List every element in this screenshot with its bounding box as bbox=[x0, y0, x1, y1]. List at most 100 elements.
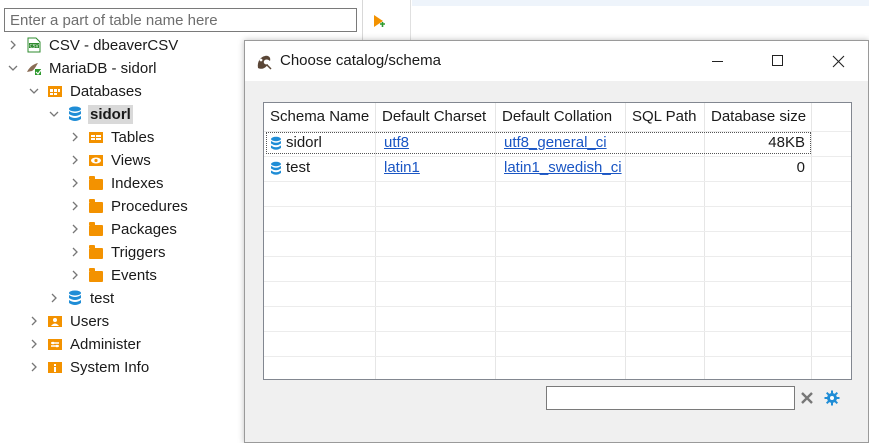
cell-default-charset-link[interactable]: latin1 bbox=[380, 156, 495, 181]
close-button[interactable] bbox=[815, 41, 861, 81]
tree-item-database-sidorl[interactable]: sidorl bbox=[49, 103, 133, 125]
tree-item-packages[interactable]: Packages bbox=[70, 218, 179, 240]
tree-item-label: test bbox=[90, 289, 115, 307]
tree-item-triggers[interactable]: Triggers bbox=[70, 241, 167, 263]
tree-item-databases[interactable]: Databases bbox=[29, 80, 144, 102]
tree-item-label: Triggers bbox=[111, 243, 166, 261]
cell-database-size: 0 bbox=[796, 159, 805, 176]
schema-table: Schema Name Default Charset Default Coll… bbox=[263, 102, 852, 380]
chevron-right-icon[interactable] bbox=[70, 195, 80, 217]
clear-icon bbox=[801, 392, 813, 404]
chevron-down-icon[interactable] bbox=[49, 103, 59, 125]
close-icon bbox=[832, 55, 844, 67]
tree-item-label: Views bbox=[111, 151, 151, 169]
tree-item-label: Procedures bbox=[111, 197, 188, 215]
tree-item-label: System Info bbox=[70, 358, 150, 376]
tree-item-label: Databases bbox=[70, 82, 142, 100]
tree-item-label: Tables bbox=[111, 128, 155, 146]
dialog-titlebar[interactable]: Choose catalog/schema bbox=[245, 41, 868, 81]
maximize-button[interactable] bbox=[755, 41, 801, 81]
tree-item-csv-connection[interactable]: CSV CSV - dbeaverCSV bbox=[8, 34, 180, 56]
tables-icon bbox=[88, 129, 104, 145]
row-divider bbox=[264, 206, 851, 207]
column-header-sql-path[interactable]: SQL Path bbox=[626, 103, 704, 131]
folder-icon bbox=[88, 221, 104, 237]
schema-filter-input[interactable] bbox=[546, 386, 795, 410]
chevron-right-icon[interactable] bbox=[29, 310, 39, 332]
cell-default-charset-link[interactable]: utf8 bbox=[380, 131, 495, 156]
folder-icon bbox=[88, 244, 104, 260]
choose-catalog-schema-dialog: Choose catalog/schema Schema Name Defaul… bbox=[244, 40, 869, 443]
minimize-button[interactable] bbox=[695, 41, 741, 81]
folder-icon bbox=[88, 175, 104, 191]
gear-icon bbox=[824, 390, 840, 406]
panel-divider bbox=[410, 0, 411, 40]
tree-item-label: Packages bbox=[111, 220, 177, 238]
svg-text:CSV: CSV bbox=[29, 43, 39, 49]
chevron-right-icon[interactable] bbox=[8, 34, 18, 56]
database-icon bbox=[270, 136, 282, 155]
cell-default-collation-link[interactable]: latin1_swedish_ci bbox=[500, 156, 625, 181]
tree-item-administer[interactable]: Administer bbox=[29, 333, 143, 355]
row-divider bbox=[264, 356, 851, 357]
tree-item-users[interactable]: Users bbox=[29, 310, 111, 332]
column-header-default-charset[interactable]: Default Charset bbox=[376, 103, 495, 131]
chevron-right-icon[interactable] bbox=[49, 287, 59, 309]
database-icon bbox=[67, 290, 83, 306]
tree-item-procedures[interactable]: Procedures bbox=[70, 195, 190, 217]
chevron-right-icon[interactable] bbox=[70, 264, 80, 286]
row-divider bbox=[264, 306, 851, 307]
chevron-right-icon[interactable] bbox=[70, 149, 80, 171]
column-header-database-size[interactable]: Database size bbox=[705, 103, 811, 131]
row-divider bbox=[264, 256, 851, 257]
tree-item-mariadb-connection[interactable]: MariaDB - sidorl bbox=[8, 57, 159, 79]
tree-item-indexes[interactable]: Indexes bbox=[70, 172, 166, 194]
cell-sql-path bbox=[626, 156, 704, 181]
table-row[interactable]: sidorl utf8 utf8_general_ci 48KB bbox=[264, 131, 851, 156]
table-row[interactable]: test latin1 latin1_swedish_ci 0 bbox=[264, 156, 851, 181]
tree-item-label: Administer bbox=[70, 335, 141, 353]
column-header-default-collation[interactable]: Default Collation bbox=[496, 103, 625, 131]
tree-item-views[interactable]: Views bbox=[70, 149, 153, 171]
chevron-right-icon[interactable] bbox=[70, 241, 80, 263]
chevron-down-icon[interactable] bbox=[29, 80, 39, 102]
table-name-filter-input[interactable] bbox=[4, 8, 357, 32]
chevron-right-icon[interactable] bbox=[70, 218, 80, 240]
filter-settings-button[interactable] bbox=[823, 389, 841, 407]
row-divider bbox=[264, 231, 851, 232]
tree-item-database-test[interactable]: test bbox=[49, 287, 116, 309]
chevron-right-icon[interactable] bbox=[70, 126, 80, 148]
database-icon bbox=[67, 106, 83, 122]
chevron-right-icon[interactable] bbox=[70, 172, 80, 194]
column-header-schema-name[interactable]: Schema Name bbox=[264, 103, 375, 131]
cell-schema-name: sidorl bbox=[286, 134, 322, 151]
maximize-icon bbox=[772, 55, 783, 66]
csv-file-icon: CSV bbox=[26, 37, 42, 53]
execute-script-icon[interactable] bbox=[372, 14, 386, 34]
tree-item-label: Users bbox=[70, 312, 110, 330]
database-icon bbox=[270, 161, 282, 180]
tree-item-tables[interactable]: Tables bbox=[70, 126, 156, 148]
chevron-down-icon[interactable] bbox=[8, 57, 18, 79]
cell-default-collation-link[interactable]: utf8_general_ci bbox=[500, 131, 625, 156]
row-divider bbox=[264, 281, 851, 282]
info-icon bbox=[47, 359, 63, 375]
clear-filter-button[interactable] bbox=[798, 389, 816, 407]
tree-item-label: MariaDB - sidorl bbox=[49, 59, 157, 77]
cell-schema-name: test bbox=[286, 159, 311, 176]
dialog-title: Choose catalog/schema bbox=[280, 52, 441, 69]
tree-item-label: Events bbox=[111, 266, 157, 284]
folder-icon bbox=[88, 267, 104, 283]
chevron-right-icon[interactable] bbox=[29, 333, 39, 355]
tree-item-label: Indexes bbox=[111, 174, 164, 192]
tree-item-label: CSV - dbeaverCSV bbox=[49, 36, 179, 54]
users-icon bbox=[47, 313, 63, 329]
minimize-icon bbox=[712, 61, 723, 62]
chevron-right-icon[interactable] bbox=[29, 356, 39, 378]
folder-icon bbox=[88, 198, 104, 214]
row-divider bbox=[264, 181, 851, 182]
databases-folder-icon bbox=[47, 83, 63, 99]
tree-item-system-info[interactable]: System Info bbox=[29, 356, 151, 378]
tree-item-events[interactable]: Events bbox=[70, 264, 159, 286]
cell-sql-path bbox=[626, 131, 704, 156]
